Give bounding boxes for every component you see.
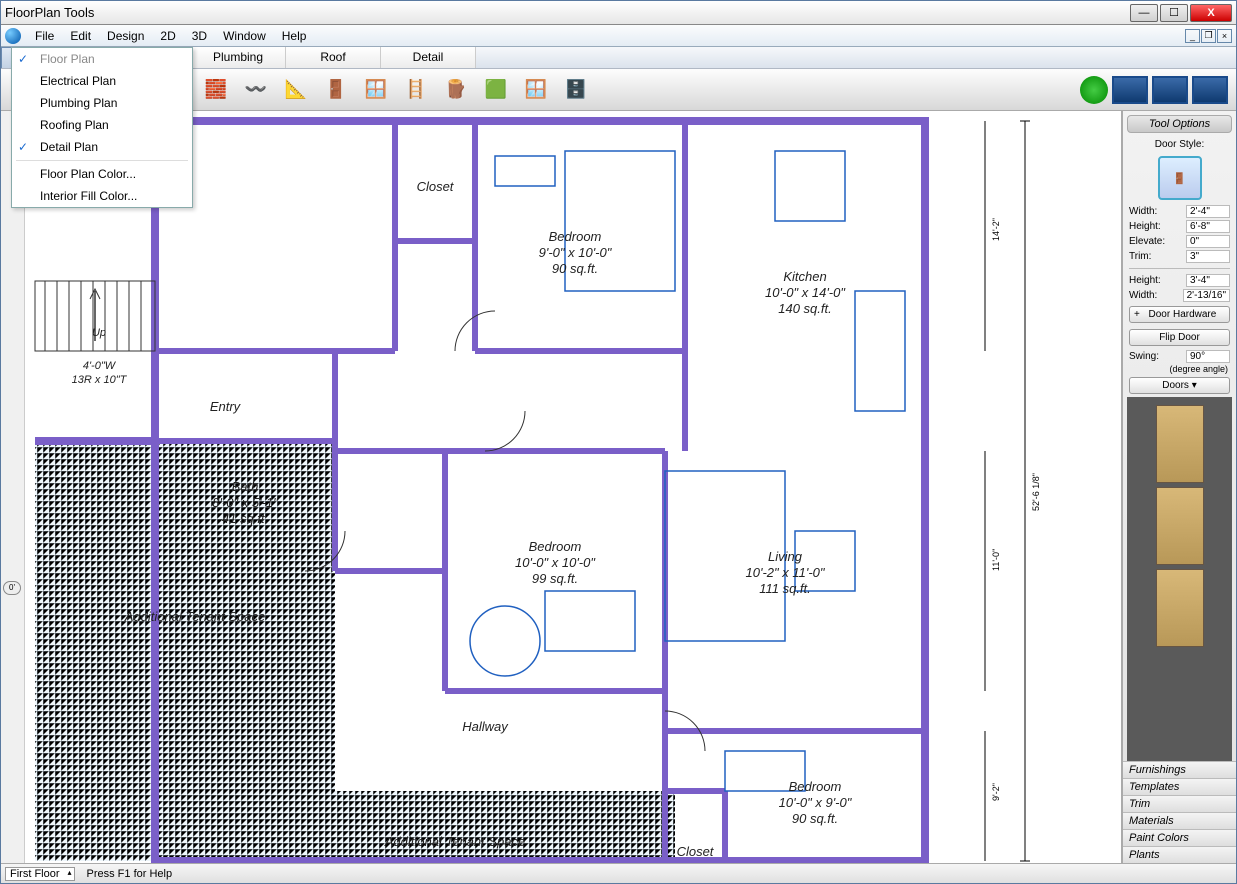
dropdown-plumbing-plan[interactable]: Plumbing Plan [12, 92, 192, 114]
menu-design[interactable]: Design [99, 27, 152, 45]
dropdown-floor-color[interactable]: Floor Plan Color... [12, 163, 192, 185]
door-style-label: Door Style: [1123, 137, 1236, 152]
dropdown-detail-plan[interactable]: ✓Detail Plan [12, 136, 192, 158]
svg-text:11'-0": 11'-0" [991, 549, 1001, 571]
tool-deck-icon[interactable]: 🪵 [439, 73, 473, 107]
cat-templates[interactable]: Templates [1123, 778, 1236, 795]
dropdown-floor-plan[interactable]: ✓Floor Plan [12, 48, 192, 70]
svg-text:Additional Tenant Space: Additional Tenant Space [384, 834, 525, 849]
door-thumbnail[interactable] [1156, 487, 1204, 565]
svg-text:Closet: Closet [417, 179, 455, 194]
view-3d-icon[interactable] [1152, 76, 1188, 104]
swing-field[interactable]: 90° [1186, 350, 1230, 363]
eco-icon[interactable] [1080, 76, 1108, 104]
mdi-close-icon[interactable]: × [1217, 29, 1232, 43]
door-library[interactable] [1127, 397, 1232, 761]
svg-text:4'-0"W: 4'-0"W [83, 360, 117, 372]
height-field[interactable]: 6'-8" [1186, 220, 1230, 233]
view-render-icon[interactable] [1192, 76, 1228, 104]
door-thumbnail[interactable] [1156, 405, 1204, 483]
tool-corner-icon[interactable]: 📐 [279, 73, 313, 107]
mdi-restore-icon[interactable]: ❐ [1201, 29, 1216, 43]
close-button[interactable]: X [1190, 4, 1232, 22]
door-thumbnail[interactable] [1156, 569, 1204, 647]
tool-window-icon[interactable]: 🪟 [359, 73, 393, 107]
width2-field[interactable]: 2'-13/16" [1183, 289, 1230, 302]
maximize-button[interactable]: ☐ [1160, 4, 1188, 22]
dropdown-electrical-plan[interactable]: Electrical Plan [12, 70, 192, 92]
flip-door-button[interactable]: Flip Door [1129, 329, 1230, 346]
svg-text:Kitchen10'-0" x 14'-0"140 sq.f: Kitchen10'-0" x 14'-0"140 sq.ft. [765, 269, 846, 316]
app-logo-icon [5, 28, 21, 44]
svg-text:Bedroom9'-0" x 10'-0"90 sq.ft.: Bedroom9'-0" x 10'-0"90 sq.ft. [539, 229, 613, 276]
menu-2d[interactable]: 2D [152, 27, 183, 45]
panel-header: Tool Options [1127, 115, 1232, 133]
svg-text:Up: Up [92, 327, 106, 339]
tab-roof[interactable]: Roof [286, 47, 381, 68]
svg-text:Additional Tenant Space: Additional Tenant Space [124, 609, 265, 624]
titlebar: FloorPlan Tools — ☐ X [1, 1, 1236, 25]
tool-wall-icon[interactable]: 🧱 [199, 73, 233, 107]
window-title: FloorPlan Tools [5, 5, 94, 20]
tab-detail[interactable]: Detail [381, 47, 476, 68]
menu-window[interactable]: Window [215, 27, 274, 45]
tool-door-icon[interactable]: 🚪 [319, 73, 353, 107]
svg-text:13R x 10"T: 13R x 10"T [72, 374, 128, 386]
category-bar: Furnishings Templates Trim Materials Pai… [1123, 761, 1236, 863]
door-hardware-button[interactable]: +Door Hardware [1129, 306, 1230, 323]
view-plan-icon[interactable] [1112, 76, 1148, 104]
menu-file[interactable]: File [27, 27, 62, 45]
tool-cabinet-icon[interactable]: 🗄️ [559, 73, 593, 107]
svg-text:9'-2": 9'-2" [991, 783, 1001, 801]
svg-text:14'-2": 14'-2" [991, 218, 1001, 241]
floorplan-svg: Closet Bedroom9'-0" x 10'-0"90 sq.ft. Ki… [25, 111, 1115, 863]
mdi-minimize-icon[interactable]: _ [1185, 29, 1200, 43]
doors-dropdown-button[interactable]: Doors ▾ [1129, 377, 1230, 394]
toolbar: 🧱 〰️ 📐 🚪 🪟 🪜 🪵 🟩 🪟 🗄️ ✓Floor Plan Electr… [1, 69, 1236, 111]
tab-plumbing[interactable]: Plumbing [191, 47, 286, 68]
svg-text:Entry: Entry [210, 399, 242, 414]
svg-text:Hallway: Hallway [462, 719, 509, 734]
cat-plants[interactable]: Plants [1123, 846, 1236, 863]
ruler-marker[interactable]: 0' [3, 581, 21, 595]
height2-field[interactable]: 3'-4" [1186, 274, 1230, 287]
menu-edit[interactable]: Edit [62, 27, 99, 45]
tool-options-panel: Tool Options Door Style: 🚪 Width:2'-4" H… [1122, 111, 1236, 863]
tool-curve-icon[interactable]: 〰️ [239, 73, 273, 107]
cat-trim[interactable]: Trim [1123, 795, 1236, 812]
menu-help[interactable]: Help [274, 27, 315, 45]
cat-materials[interactable]: Materials [1123, 812, 1236, 829]
swing-note: (degree angle) [1123, 364, 1236, 374]
menubar: File Edit Design 2D 3D Window Help _ ❐ × [1, 25, 1236, 47]
statusbar: First Floor Press F1 for Help [1, 863, 1236, 883]
floor-dropdown: ✓Floor Plan Electrical Plan Plumbing Pla… [11, 47, 193, 208]
app-window: FloorPlan Tools — ☐ X File Edit Design 2… [0, 0, 1237, 884]
svg-text:Bedroom10'-0" x 10'-0"99 sq.ft: Bedroom10'-0" x 10'-0"99 sq.ft. [515, 539, 596, 586]
elevate-field[interactable]: 0" [1186, 235, 1230, 248]
svg-text:52'-6 1/8": 52'-6 1/8" [1031, 473, 1041, 511]
menu-3d[interactable]: 3D [184, 27, 215, 45]
door-style-preview[interactable]: 🚪 [1158, 156, 1202, 200]
status-help: Press F1 for Help [87, 868, 173, 880]
door-icon: 🚪 [1173, 172, 1187, 185]
dropdown-roofing-plan[interactable]: Roofing Plan [12, 114, 192, 136]
tool-curtain-icon[interactable]: 🪟 [519, 73, 553, 107]
minimize-button[interactable]: — [1130, 4, 1158, 22]
workspace: 0' [1, 111, 1236, 863]
tool-stairs-icon[interactable]: 🪜 [399, 73, 433, 107]
width-field[interactable]: 2'-4" [1186, 205, 1230, 218]
floorplan-canvas[interactable]: Closet Bedroom9'-0" x 10'-0"90 sq.ft. Ki… [25, 111, 1122, 863]
svg-text:Closet: Closet [677, 844, 715, 859]
cat-furnishings[interactable]: Furnishings [1123, 761, 1236, 778]
dropdown-interior-color[interactable]: Interior Fill Color... [12, 185, 192, 207]
trim-field[interactable]: 3" [1186, 250, 1230, 263]
svg-text:Living10'-2" x 11'-0"111 sq.ft: Living10'-2" x 11'-0"111 sq.ft. [746, 549, 826, 596]
vertical-ruler: 0' [1, 111, 25, 863]
floor-selector[interactable]: First Floor [5, 867, 75, 881]
svg-text:Bedroom10'-0" x 9'-0"90 sq.ft.: Bedroom10'-0" x 9'-0"90 sq.ft. [779, 779, 853, 826]
tool-floor-icon[interactable]: 🟩 [479, 73, 513, 107]
cat-paint[interactable]: Paint Colors [1123, 829, 1236, 846]
